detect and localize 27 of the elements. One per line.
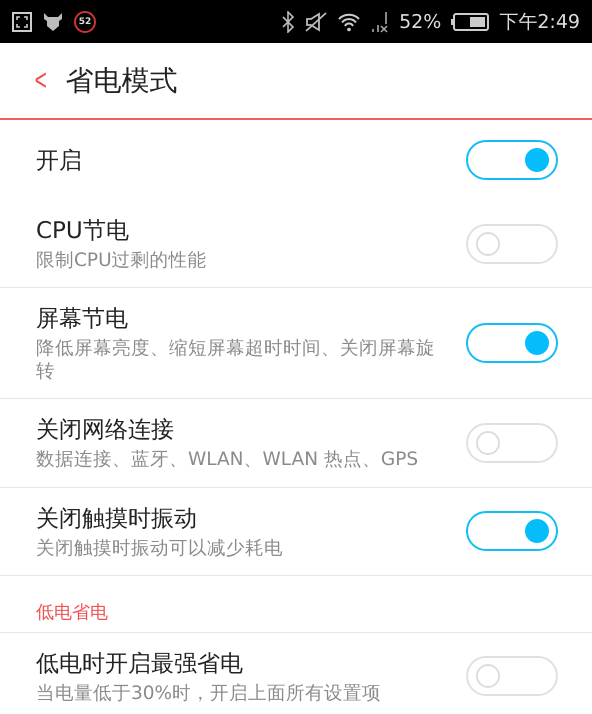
setting-title: 屏幕节电: [36, 305, 129, 334]
setting-description: 限制CPU过剩的性能: [36, 249, 208, 272]
toggle-switch[interactable]: [466, 323, 558, 364]
wifi-icon: [337, 12, 362, 32]
setting-description: 数据连接、蓝牙、WLAN、WLAN 热点、GPS: [36, 448, 420, 472]
signal-icon: [371, 10, 390, 32]
setting-description: 降低屏幕亮度、缩短屏幕超时时间、关闭屏幕旋转: [36, 337, 436, 384]
section-header: 低电省电: [35, 600, 109, 625]
notification-badge: 52: [74, 10, 96, 32]
mute-icon: [305, 12, 328, 32]
setting-description: 当电量低于30%时，开启上面所有设置项: [36, 682, 382, 705]
setting-title: 开启: [36, 146, 83, 176]
setting-title: 关闭网络连接: [36, 416, 175, 446]
battery-percent: 52%: [399, 10, 442, 32]
page-title: 省电模式: [66, 62, 178, 98]
bluetooth-icon: [281, 10, 296, 32]
shield-icon: [42, 12, 64, 32]
setting-description: 关闭触摸时振动可以减少耗电: [36, 536, 284, 560]
screenshot-icon: [12, 12, 32, 32]
back-button[interactable]: <: [34, 66, 47, 96]
setting-title: CPU节电: [36, 217, 130, 246]
setting-title: 关闭触摸时振动: [36, 504, 198, 534]
toggle-switch[interactable]: [466, 140, 558, 180]
clock-time: 下午2:49: [499, 10, 580, 34]
battery-icon: [451, 12, 490, 32]
setting-title: 低电时开启最强省电: [36, 650, 244, 679]
toggle-switch[interactable]: [466, 511, 558, 552]
